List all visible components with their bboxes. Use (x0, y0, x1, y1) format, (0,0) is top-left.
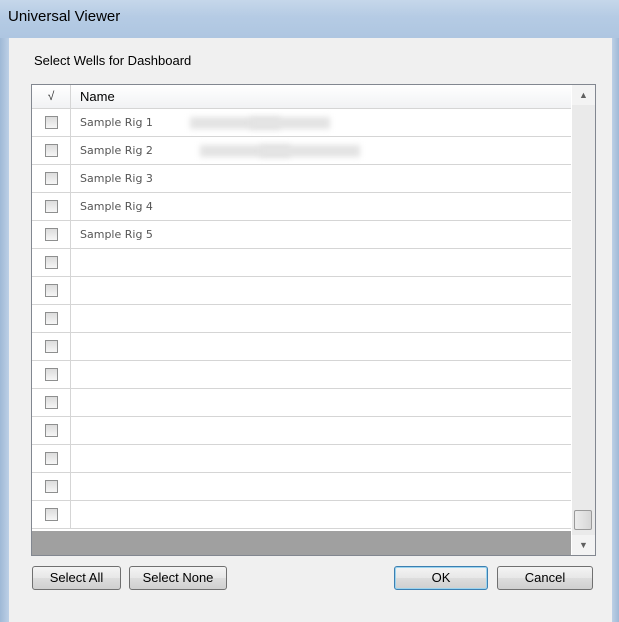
wells-grid: √ Name Sample Rig 1 Sample Rig 2 Sample Ri… (31, 84, 596, 556)
row-checkbox[interactable] (45, 228, 58, 241)
row-name: Sample Rig 5 (80, 228, 153, 241)
grid-empty-area (32, 531, 571, 555)
header-check-column[interactable]: √ (32, 85, 71, 108)
table-row[interactable] (32, 501, 571, 529)
ok-button[interactable]: OK (394, 566, 488, 590)
cancel-button[interactable]: Cancel (497, 566, 593, 590)
row-checkbox[interactable] (45, 396, 58, 409)
row-check-cell (32, 221, 71, 248)
row-check-cell (32, 361, 71, 388)
table-row[interactable] (32, 305, 571, 333)
row-check-cell (32, 249, 71, 276)
table-row[interactable]: Sample Rig 3 (32, 165, 571, 193)
row-checkbox[interactable] (45, 256, 58, 269)
row-name: Sample Rig 2 (80, 144, 153, 157)
table-row[interactable] (32, 333, 571, 361)
row-check-cell (32, 389, 71, 416)
window-title: Universal Viewer (8, 8, 121, 25)
row-check-cell (32, 277, 71, 304)
table-row[interactable] (32, 277, 571, 305)
table-row[interactable] (32, 389, 571, 417)
table-row[interactable]: Sample Rig 2 (32, 137, 571, 165)
row-name: Sample Rig 1 (80, 116, 153, 129)
table-row[interactable]: Sample Rig 5 (32, 221, 571, 249)
row-name: Sample Rig 4 (80, 200, 153, 213)
table-row[interactable]: Sample Rig 4 (32, 193, 571, 221)
vertical-scrollbar[interactable]: ▲ ▼ (572, 85, 595, 555)
redacted-text (250, 117, 330, 129)
row-check-cell (32, 305, 71, 332)
window-frame-right (612, 38, 619, 622)
table-row[interactable]: Sample Rig 1 (32, 109, 571, 137)
row-checkbox[interactable] (45, 368, 58, 381)
row-check-cell (32, 417, 71, 444)
arrow-up-icon[interactable]: ▲ (572, 85, 595, 105)
row-checkbox[interactable] (45, 172, 58, 185)
row-checkbox[interactable] (45, 116, 58, 129)
row-name: Sample Rig 3 (80, 172, 153, 185)
title-bar[interactable]: Universal Viewer (0, 0, 619, 38)
row-check-cell (32, 473, 71, 500)
row-check-cell (32, 109, 71, 136)
table-row[interactable] (32, 445, 571, 473)
row-check-cell (32, 501, 71, 528)
dialog-caption: Select Wells for Dashboard (34, 53, 192, 68)
row-checkbox[interactable] (45, 144, 58, 157)
scroll-thumb[interactable] (574, 510, 592, 530)
row-checkbox[interactable] (45, 284, 58, 297)
grid-header: √ Name (32, 85, 571, 109)
dialog-body: Select Wells for Dashboard √ Name Sample… (9, 38, 612, 622)
row-checkbox[interactable] (45, 340, 58, 353)
row-checkbox[interactable] (45, 452, 58, 465)
grid-rows: Sample Rig 1 Sample Rig 2 Sample Rig 3 Samp… (32, 109, 571, 529)
row-checkbox[interactable] (45, 424, 58, 437)
header-name-column[interactable]: Name (80, 85, 115, 108)
row-checkbox[interactable] (45, 200, 58, 213)
row-checkbox[interactable] (45, 312, 58, 325)
row-check-cell (32, 333, 71, 360)
select-all-button[interactable]: Select All (32, 566, 121, 590)
window-frame-left (0, 38, 9, 622)
row-check-cell (32, 137, 71, 164)
table-row[interactable] (32, 249, 571, 277)
row-check-cell (32, 445, 71, 472)
row-check-cell (32, 165, 71, 192)
row-checkbox[interactable] (45, 508, 58, 521)
arrow-down-icon[interactable]: ▼ (572, 535, 595, 555)
table-row[interactable] (32, 473, 571, 501)
row-check-cell (32, 193, 71, 220)
table-row[interactable] (32, 361, 571, 389)
redacted-text (260, 145, 360, 157)
row-checkbox[interactable] (45, 480, 58, 493)
select-none-button[interactable]: Select None (129, 566, 227, 590)
table-row[interactable] (32, 417, 571, 445)
